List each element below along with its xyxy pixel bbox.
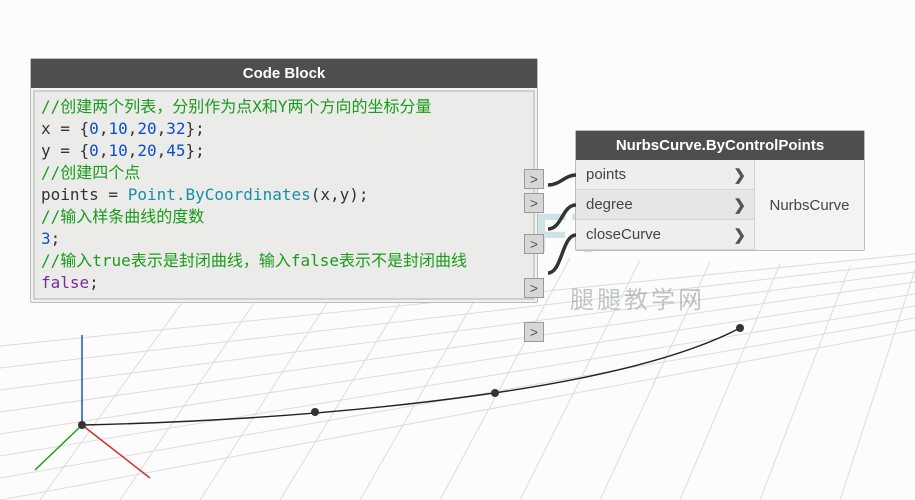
- input-port-degree[interactable]: degree ❯: [576, 190, 754, 220]
- input-port-points[interactable]: points ❯: [576, 160, 754, 190]
- axes-gizmo: [35, 335, 150, 478]
- output-port-points[interactable]: >: [524, 234, 544, 254]
- code-block-body[interactable]: //创建两个列表，分别作为点X和Y两个方向的坐标分量 x = {0,10,20,…: [33, 90, 535, 300]
- output-port-degree[interactable]: >: [524, 278, 544, 298]
- chevron-right-icon: ❯: [733, 166, 746, 184]
- output-port-closecurve[interactable]: >: [524, 322, 544, 342]
- output-port-x[interactable]: >: [524, 169, 544, 189]
- nurbscurve-node[interactable]: NurbsCurve.ByControlPoints points ❯ degr…: [575, 130, 865, 251]
- input-port-closecurve[interactable]: closeCurve ❯: [576, 220, 754, 250]
- chevron-right-icon: ❯: [733, 226, 746, 244]
- output-port-y[interactable]: >: [524, 193, 544, 213]
- code-block-title: Code Block: [31, 59, 537, 88]
- code-block-node[interactable]: Code Block //创建两个列表，分别作为点X和Y两个方向的坐标分量 x …: [30, 58, 538, 303]
- output-port-nurbscurve[interactable]: NurbsCurve: [754, 160, 864, 250]
- nurbs-curve-preview: [78, 324, 744, 429]
- chevron-right-icon: ❯: [733, 196, 746, 214]
- nurbscurve-title: NurbsCurve.ByControlPoints: [576, 131, 864, 160]
